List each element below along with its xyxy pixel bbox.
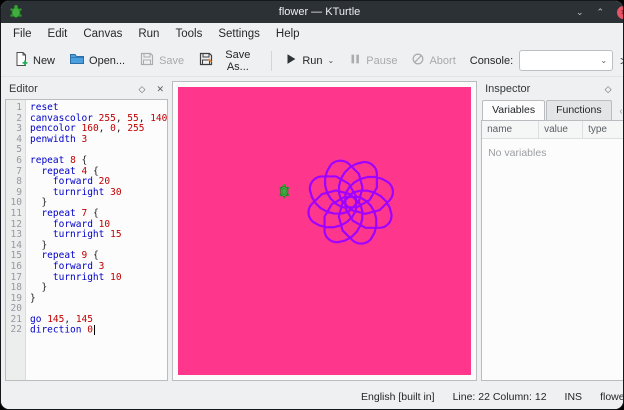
abort-button-label: Abort bbox=[429, 55, 455, 67]
line-number: 1 bbox=[6, 103, 26, 114]
editor-dock-header[interactable]: Editor ◇ ✕ bbox=[5, 81, 168, 99]
menubar: FileEditCanvasRunToolsSettingsHelp bbox=[1, 23, 624, 45]
text-cursor bbox=[94, 325, 96, 335]
menu-item-canvas[interactable]: Canvas bbox=[75, 25, 130, 43]
code-line[interactable]: 4penwidth 3 bbox=[6, 135, 167, 146]
canvas-drawing bbox=[178, 87, 471, 375]
save-button[interactable]: Save bbox=[133, 48, 190, 73]
pause-button-label: Pause bbox=[366, 55, 397, 67]
window-title: flower — KTurtle bbox=[1, 6, 624, 18]
column-header-value[interactable]: value bbox=[539, 121, 583, 138]
close-icon[interactable]: ✕ bbox=[617, 6, 624, 19]
column-header-type[interactable]: type bbox=[583, 121, 624, 138]
canvas-view[interactable] bbox=[172, 81, 477, 381]
inspector-dock-header[interactable]: Inspector ◇ ✕ bbox=[481, 81, 624, 99]
status-file-name: flower bbox=[600, 391, 624, 403]
main-area: Editor ◇ ✕ 1reset2canvascolor 255, 55, 1… bbox=[1, 77, 624, 385]
toolbar-separator bbox=[271, 51, 272, 71]
editor-dock-title: Editor bbox=[9, 83, 38, 95]
abort-button[interactable]: Abort bbox=[405, 49, 461, 72]
statusbar: English [built in] Line: 22 Column: 12 I… bbox=[1, 385, 624, 409]
variables-table-header: namevaluetype bbox=[482, 121, 624, 139]
maximize-icon[interactable]: ⌃ bbox=[597, 5, 605, 19]
editor-dock: Editor ◇ ✕ 1reset2canvascolor 255, 55, 1… bbox=[5, 81, 168, 381]
line-number: 22 bbox=[6, 325, 26, 336]
editor-close-icon[interactable]: ✕ bbox=[156, 83, 164, 95]
code-line[interactable]: 21go 145, 145 bbox=[6, 315, 167, 326]
new-document-icon bbox=[13, 51, 29, 70]
run-button-label: Run bbox=[302, 55, 322, 67]
menu-item-settings[interactable]: Settings bbox=[210, 25, 268, 43]
editor-float-icon[interactable]: ◇ bbox=[139, 83, 146, 95]
run-dropdown-arrow-icon[interactable]: ⌄ bbox=[328, 56, 335, 65]
toolbar: New Open... Save bbox=[1, 45, 624, 77]
menu-item-tools[interactable]: Tools bbox=[167, 25, 210, 43]
toolbar-overflow-button[interactable]: > bbox=[615, 52, 624, 70]
inspector-body: namevaluetype No variables bbox=[481, 120, 624, 381]
save-icon bbox=[139, 51, 155, 70]
save-as-icon bbox=[198, 51, 214, 70]
open-button[interactable]: Open... bbox=[63, 48, 131, 73]
new-button-label: New bbox=[33, 55, 55, 67]
tab-functions[interactable]: Functions bbox=[546, 100, 612, 120]
status-cursor-position: Line: 22 Column: 12 bbox=[453, 391, 547, 403]
line-number: 16 bbox=[6, 262, 26, 273]
console-dropdown-arrow-icon[interactable]: ⌄ bbox=[600, 56, 607, 65]
save-as-button[interactable]: Save As... bbox=[192, 46, 263, 76]
turtle-sprite[interactable] bbox=[279, 184, 289, 199]
tab-variables[interactable]: Variables bbox=[482, 100, 545, 120]
line-number: 11 bbox=[6, 209, 26, 220]
minimize-icon[interactable]: ⌄ bbox=[576, 5, 584, 19]
inspector-dock: Inspector ◇ ✕ VariablesFunctions‹› namev… bbox=[481, 81, 624, 381]
save-as-button-label: Save As... bbox=[218, 49, 257, 73]
no-variables-text: No variables bbox=[482, 139, 624, 167]
run-play-icon bbox=[284, 52, 298, 69]
open-button-label: Open... bbox=[89, 55, 125, 67]
titlebar[interactable]: flower — KTurtle ⌄ ⌃ ✕ bbox=[1, 1, 624, 23]
inspector-dock-title: Inspector bbox=[485, 83, 530, 95]
code-line[interactable]: 22direction 0 bbox=[6, 325, 167, 336]
code-lines: 1reset2canvascolor 255, 55, 1403pencolor… bbox=[6, 100, 167, 336]
pause-icon bbox=[348, 52, 362, 69]
pause-button[interactable]: Pause bbox=[342, 49, 403, 72]
status-insert-mode: INS bbox=[565, 391, 583, 403]
inspector-float-icon[interactable]: ◇ bbox=[605, 83, 612, 95]
run-button[interactable]: Run ⌄ bbox=[278, 49, 340, 72]
save-button-label: Save bbox=[159, 55, 184, 67]
menu-item-run[interactable]: Run bbox=[130, 25, 167, 43]
menu-item-help[interactable]: Help bbox=[268, 25, 308, 43]
turtle-canvas[interactable] bbox=[178, 87, 471, 375]
abort-icon bbox=[411, 52, 425, 69]
open-folder-icon bbox=[69, 51, 85, 70]
code-editor[interactable]: 1reset2canvascolor 255, 55, 1403pencolor… bbox=[5, 99, 168, 381]
menu-item-edit[interactable]: Edit bbox=[40, 25, 76, 43]
kturtle-window: flower — KTurtle ⌄ ⌃ ✕ FileEditCanvasRun… bbox=[0, 0, 624, 410]
console-label: Console: bbox=[470, 55, 513, 67]
console-input[interactable]: ⌄ bbox=[519, 50, 613, 71]
menu-item-file[interactable]: File bbox=[5, 25, 40, 43]
kturtle-app-icon bbox=[9, 5, 23, 19]
new-button[interactable]: New bbox=[7, 48, 61, 73]
tab-scroll-left-icon[interactable]: ‹ bbox=[619, 106, 622, 117]
flower-drawing bbox=[308, 161, 392, 244]
column-header-name[interactable]: name bbox=[482, 121, 539, 138]
code-line[interactable]: 19} bbox=[6, 294, 167, 305]
inspector-tabbar: VariablesFunctions‹› bbox=[481, 99, 624, 120]
status-language: English [built in] bbox=[361, 391, 435, 403]
line-number: 6 bbox=[6, 156, 26, 167]
